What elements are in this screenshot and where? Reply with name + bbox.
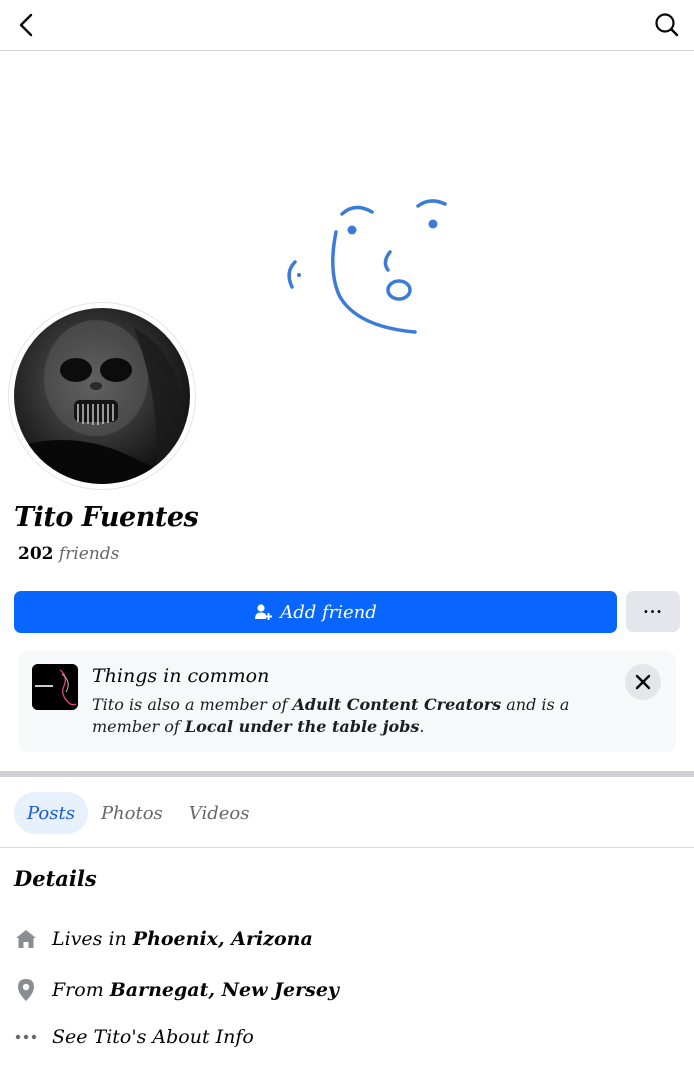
search-icon bbox=[655, 13, 679, 37]
details-heading: Details bbox=[14, 866, 97, 891]
things-in-common-card[interactable]: Things in common Tito is also a member o… bbox=[18, 651, 676, 752]
profile-tabs: Posts Photos Videos bbox=[14, 792, 263, 834]
chevron-left-icon bbox=[19, 13, 33, 37]
top-bar bbox=[0, 0, 694, 51]
common-text-part1: Tito is also a member of bbox=[92, 695, 288, 714]
tab-photos[interactable]: Photos bbox=[88, 792, 176, 834]
back-button[interactable] bbox=[10, 8, 44, 42]
home-icon bbox=[14, 927, 38, 951]
section-divider bbox=[0, 771, 694, 777]
group-link-adult-content-creators[interactable]: Adult Content Creators bbox=[292, 695, 501, 714]
about-info-label: See Tito's About Info bbox=[52, 1026, 254, 1048]
group-link-local-jobs[interactable]: Local under the table jobs bbox=[185, 717, 420, 736]
tabs-divider bbox=[0, 847, 694, 848]
add-friend-icon bbox=[255, 604, 273, 620]
things-in-common-text: Tito is also a member of Adult Content C… bbox=[92, 694, 592, 738]
profile-avatar-frame[interactable] bbox=[9, 303, 195, 489]
from-prefix: From bbox=[52, 979, 104, 1001]
lives-in-prefix: Lives in bbox=[52, 928, 127, 950]
friends-count-number: 202 bbox=[18, 544, 54, 564]
friends-count[interactable]: 202 friends bbox=[18, 544, 119, 564]
see-about-info-link[interactable]: See Tito's About Info bbox=[14, 1022, 254, 1052]
add-friend-label: Add friend bbox=[280, 601, 377, 623]
search-button[interactable] bbox=[650, 8, 684, 42]
cover-doodle-face bbox=[287, 199, 447, 334]
things-in-common-title: Things in common bbox=[92, 665, 270, 687]
dismiss-button[interactable] bbox=[625, 664, 661, 700]
avatar-photo bbox=[14, 320, 190, 484]
detail-from: From Barnegat, New Jersey bbox=[14, 975, 339, 1005]
more-options-button[interactable]: ··· bbox=[626, 591, 680, 632]
friends-count-label: friends bbox=[58, 544, 120, 564]
profile-avatar bbox=[14, 308, 190, 484]
more-dots-icon: ··· bbox=[643, 602, 663, 621]
more-dots-icon bbox=[14, 1025, 38, 1049]
from-place[interactable]: Barnegat, New Jersey bbox=[110, 979, 339, 1001]
tab-posts[interactable]: Posts bbox=[14, 792, 88, 834]
common-text-end: . bbox=[419, 717, 425, 736]
tab-videos[interactable]: Videos bbox=[176, 792, 263, 834]
detail-lives-in: Lives in Phoenix, Arizona bbox=[14, 924, 313, 954]
group-thumbnail bbox=[32, 664, 78, 710]
profile-name: Tito Fuentes bbox=[14, 502, 199, 533]
lives-in-place[interactable]: Phoenix, Arizona bbox=[133, 928, 313, 950]
add-friend-button[interactable]: Add friend bbox=[14, 591, 617, 633]
location-pin-icon bbox=[14, 978, 38, 1002]
close-icon bbox=[635, 674, 651, 690]
